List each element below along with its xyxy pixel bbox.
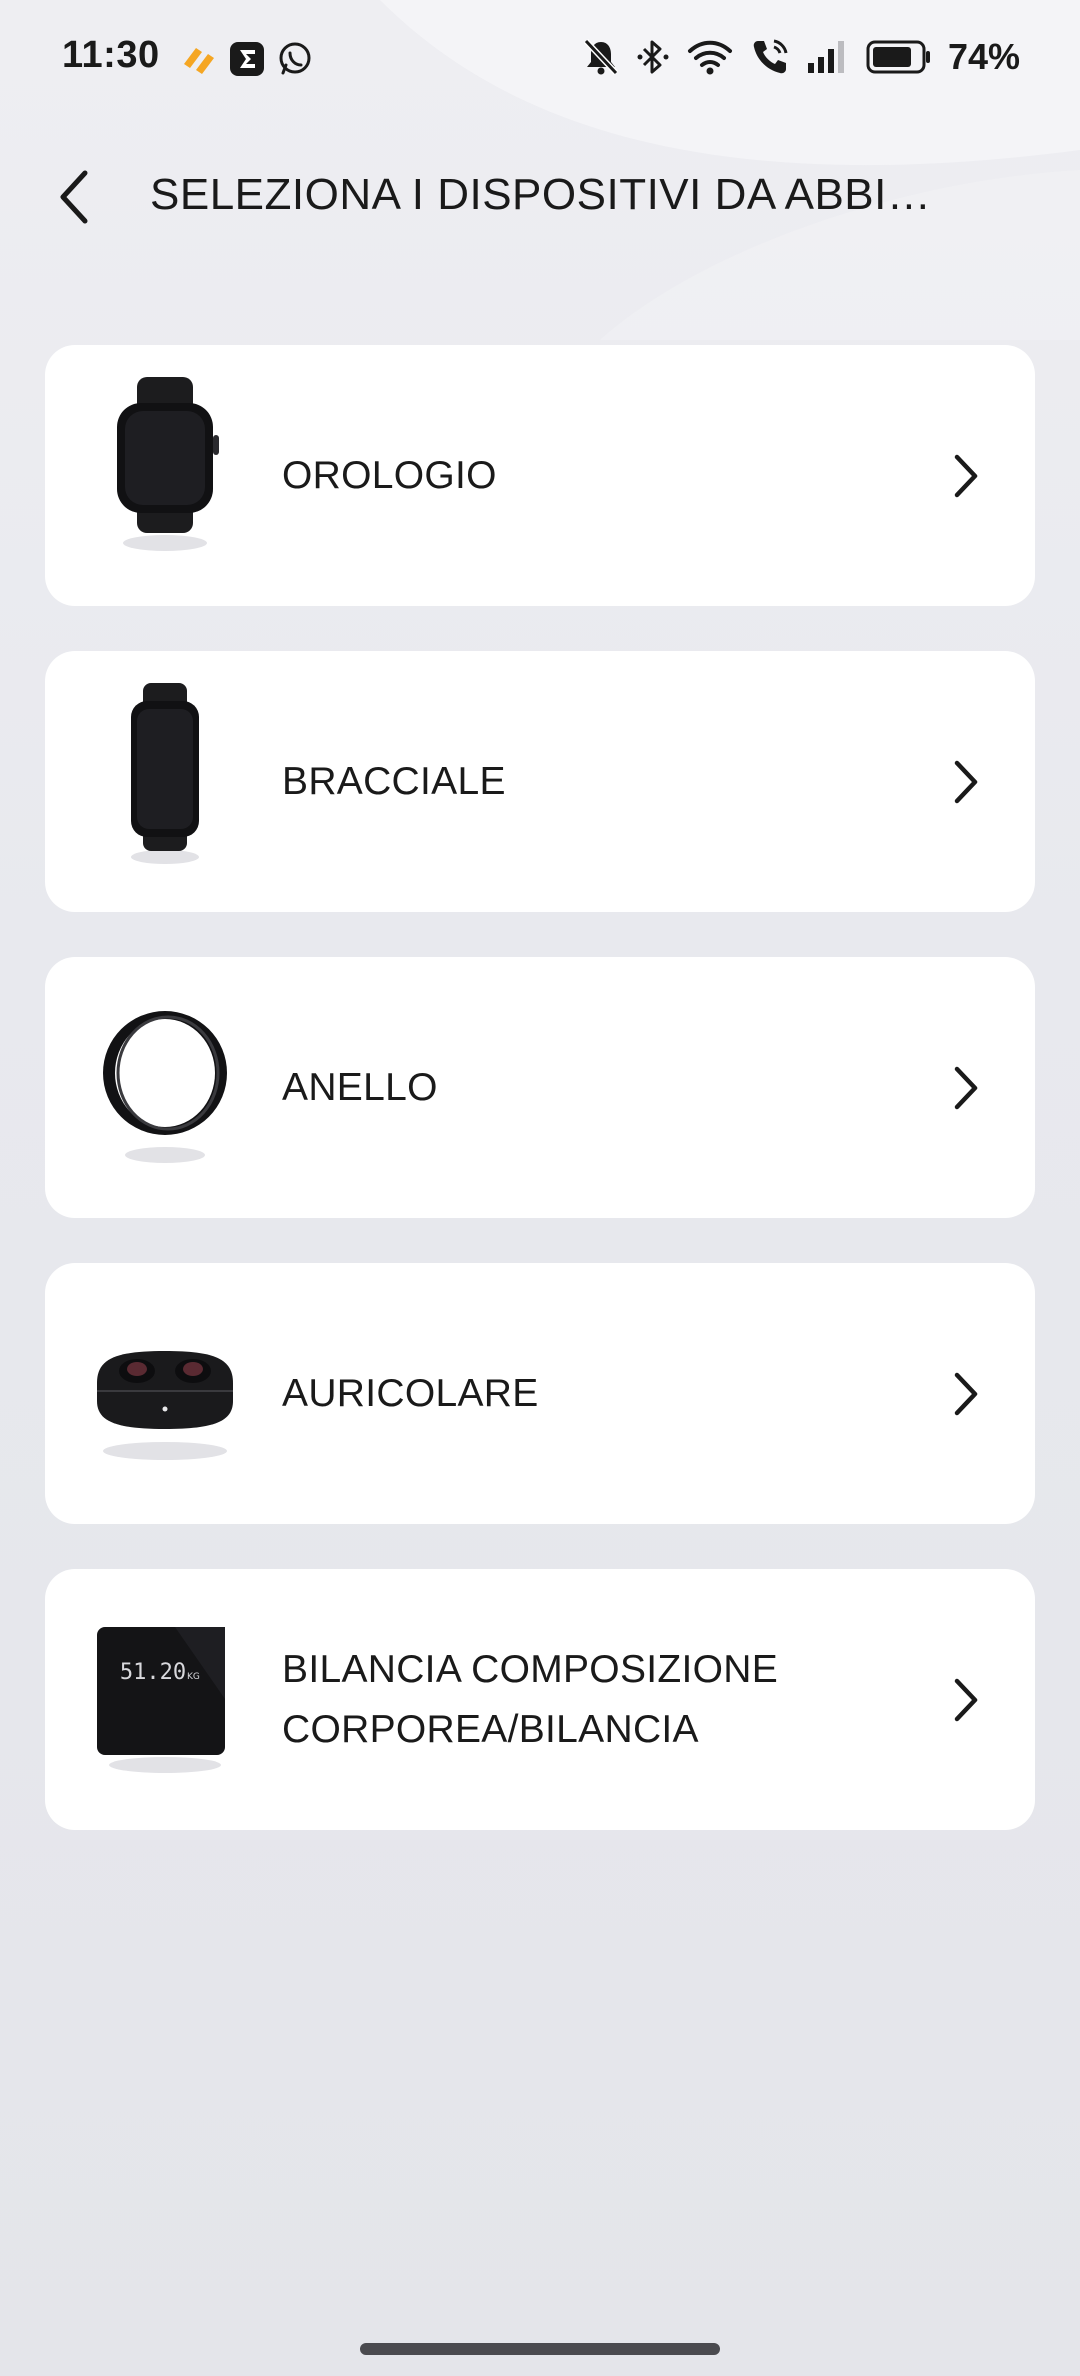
call-icon — [753, 39, 788, 74]
battery-percentage: 74% — [947, 36, 1020, 77]
device-item-scale[interactable]: 51.20 KG BILANCIA COMPOSIZIONE CORPOREA/… — [45, 1569, 1035, 1830]
battery-icon — [866, 40, 930, 74]
header: SELEZIONA I DISPOSITIVI DA ABBI… — [0, 150, 1080, 240]
device-label: BILANCIA COMPOSIZIONE CORPOREA/BILANCIA — [282, 1647, 779, 1751]
chevron-right-icon — [954, 1678, 978, 1721]
device-thumbnail — [75, 681, 255, 881]
device-item-watch[interactable]: OROLOGIO — [45, 345, 1035, 606]
device-item-earbuds[interactable]: AURICOLARE — [45, 1263, 1035, 1524]
chevron-right-icon — [954, 1066, 978, 1109]
device-thumbnail — [75, 375, 255, 575]
back-button[interactable] — [40, 162, 110, 232]
device-label: BRACCIALE — [282, 759, 506, 803]
device-item-band[interactable]: BRACCIALE — [45, 651, 1035, 912]
watch-icon — [117, 377, 219, 551]
device-item-ring[interactable]: ANELLO — [45, 957, 1035, 1218]
status-app-icons — [180, 40, 314, 78]
chevron-right-icon — [954, 454, 978, 497]
band-icon — [131, 683, 199, 864]
chevron-right-icon — [954, 760, 978, 803]
device-thumbnail — [75, 1293, 255, 1493]
status-indicators: 74% — [582, 36, 1020, 78]
device-label: AURICOLARE — [282, 1371, 539, 1415]
earbuds-icon — [97, 1351, 233, 1460]
device-label: ANELLO — [282, 1065, 438, 1109]
mute-icon — [583, 38, 619, 76]
wifi-icon — [687, 40, 732, 75]
scale-reading: 51.20 — [120, 1660, 186, 1685]
app-orange-icon — [184, 48, 214, 74]
screen: 11:30 74% SELEZIONA I DISPOSITIVI DA ABB… — [0, 0, 1080, 2376]
bluetooth-icon — [637, 40, 669, 74]
signal-icon — [807, 41, 844, 73]
device-thumbnail: 51.20 KG — [75, 1599, 255, 1799]
device-thumbnail — [75, 987, 255, 1187]
status-time: 11:30 — [62, 34, 160, 76]
scale-unit: KG — [187, 1672, 200, 1682]
status-bar: 11:30 74% — [0, 0, 1080, 120]
chevron-left-icon — [60, 170, 88, 224]
device-label: OROLOGIO — [282, 453, 497, 497]
ring-icon — [103, 1011, 227, 1163]
scale-icon: 51.20 KG — [97, 1627, 225, 1773]
sigma-app-icon — [230, 42, 264, 76]
chevron-right-icon — [954, 1372, 978, 1415]
device-list: OROLOGIO BRACCIALE ANELLO AURICOLARE 51.… — [45, 345, 1035, 1875]
whatsapp-icon — [279, 42, 311, 75]
page-title: SELEZIONA I DISPOSITIVI DA ABBI… — [150, 170, 932, 219]
home-indicator[interactable] — [360, 2343, 720, 2355]
